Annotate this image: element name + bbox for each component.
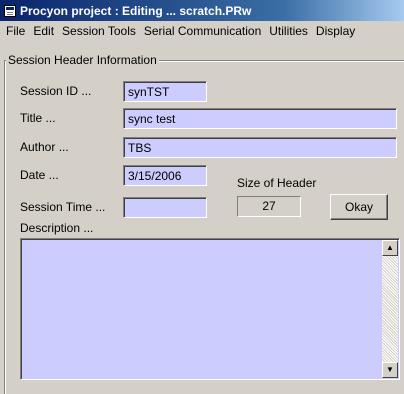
menu-session-tools[interactable]: Session Tools (58, 24, 140, 38)
menu-serial-communication[interactable]: Serial Communication (140, 24, 265, 38)
date-label: Date ... (20, 168, 59, 182)
app-icon[interactable] (4, 4, 16, 17)
size-of-header-value: 27 (237, 196, 301, 217)
description-textarea[interactable]: ▲ ▼ (20, 238, 400, 380)
description-label: Description ... (20, 221, 94, 235)
author-field[interactable] (123, 137, 397, 158)
menu-edit[interactable]: Edit (29, 24, 58, 38)
menu-display[interactable]: Display (312, 24, 359, 38)
title-field[interactable] (123, 108, 397, 129)
window-title: Procyon project : Editing ... scratch.PR… (20, 3, 252, 18)
size-of-header-label: Size of Header (237, 176, 317, 190)
menu-bar: File Edit Session Tools Serial Communica… (0, 21, 404, 40)
scroll-up-arrow-icon[interactable]: ▲ (382, 240, 398, 256)
okay-button[interactable]: Okay (330, 194, 388, 220)
title-label: Title ... (20, 111, 56, 125)
menu-utilities[interactable]: Utilities (265, 24, 312, 38)
groupbox-title: Session Header Information (6, 53, 159, 67)
description-scrollbar[interactable]: ▲ ▼ (382, 240, 398, 378)
scroll-down-arrow-icon[interactable]: ▼ (382, 362, 398, 378)
session-time-field[interactable] (123, 197, 207, 218)
session-time-label: Session Time ... (20, 200, 106, 214)
session-id-label: Session ID ... (20, 84, 92, 98)
title-bar[interactable]: Procyon project : Editing ... scratch.PR… (0, 0, 404, 21)
menu-file[interactable]: File (2, 24, 29, 38)
date-field[interactable] (123, 165, 207, 186)
editor-window: Procyon project : Editing ... scratch.PR… (0, 0, 404, 394)
session-id-field[interactable] (123, 81, 207, 102)
author-label: Author ... (20, 140, 69, 154)
